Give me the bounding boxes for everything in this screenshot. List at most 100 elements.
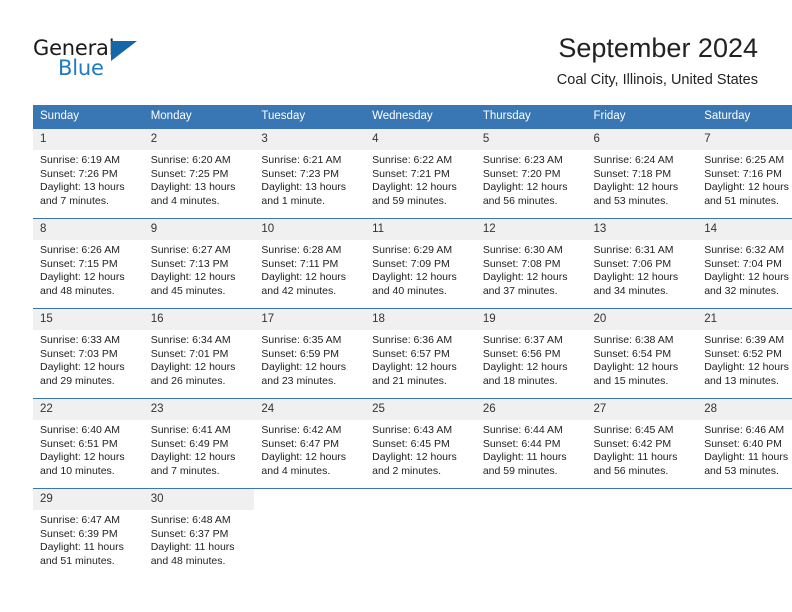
sunrise-text: Sunrise: 6:46 AM — [704, 424, 785, 436]
sunrise-text: Sunrise: 6:40 AM — [40, 424, 120, 436]
calendar-day-cell[interactable]: 22 Sunrise: 6:40 AM Sunset: 6:51 PM Dayligh… — [33, 398, 144, 489]
daylight-text-line1: Daylight: 12 hours — [482, 181, 568, 193]
daylight-text-line2: and 1 minute. — [261, 194, 326, 207]
day-details: Sunrise: 6:36 AM Sunset: 6:57 PM Daylight:… — [365, 330, 476, 388]
day-details: Sunrise: 6:28 AM Sunset: 7:11 PM Daylight:… — [254, 240, 365, 298]
calendar-day-cell[interactable]: 21 Sunrise: 6:39 AM Sunset: 6:52 PM Dayligh… — [697, 308, 792, 399]
daylight-text-line2: and 10 minutes. — [40, 464, 115, 477]
sunrise-text: Sunrise: 6:38 AM — [593, 334, 674, 346]
day-number: 18 — [365, 309, 476, 330]
calendar-day-cell[interactable]: 1 Sunrise: 6:19 AM Sunset: 7:26 PM Daylight… — [33, 128, 144, 219]
calendar-day-cell[interactable]: 8 Sunrise: 6:26 AM Sunset: 7:15 PM Daylight… — [33, 218, 144, 309]
weekday-header-friday: Friday — [586, 105, 698, 129]
day-number — [475, 489, 587, 510]
calendar-day-cell[interactable]: 12 Sunrise: 6:30 AM Sunset: 7:08 PM Dayligh… — [475, 218, 587, 309]
sunrise-text: Sunrise: 6:20 AM — [150, 154, 231, 166]
calendar-day-cell[interactable]: 24 Sunrise: 6:42 AM Sunset: 6:47 PM Dayligh… — [254, 398, 366, 489]
calendar-day-cell[interactable]: 3 Sunrise: 6:21 AM Sunset: 7:23 PM Daylight… — [254, 128, 366, 219]
calendar-week-row: 8 Sunrise: 6:26 AM Sunset: 7:15 PM Daylight… — [33, 218, 792, 309]
sunset-text: Sunset: 6:59 PM — [261, 347, 340, 360]
calendar-day-cell[interactable]: 10 Sunrise: 6:28 AM Sunset: 7:11 PM Dayligh… — [254, 218, 366, 309]
daylight-text-line1: Daylight: 12 hours — [261, 271, 347, 283]
daylight-text-line2: and 21 minutes. — [372, 374, 447, 387]
sunset-text: Sunset: 6:57 PM — [372, 347, 450, 360]
calendar-day-cell[interactable]: 18 Sunrise: 6:36 AM Sunset: 6:57 PM Dayligh… — [365, 308, 476, 399]
brand-name-blue: Blue — [58, 56, 104, 80]
day-details: Sunrise: 6:26 AM Sunset: 7:15 PM Daylight:… — [33, 240, 144, 298]
day-number: 15 — [33, 309, 144, 330]
calendar-day-cell[interactable]: 9 Sunrise: 6:27 AM Sunset: 7:13 PM Daylight… — [143, 218, 255, 309]
daylight-text-line2: and 26 minutes. — [150, 374, 226, 387]
weekday-header-row: Sunday Monday Tuesday Wednesday Thursday… — [33, 105, 792, 129]
sunrise-text: Sunrise: 6:34 AM — [150, 334, 231, 346]
daylight-text-line2: and 51 minutes. — [40, 554, 115, 567]
daylight-text-line1: Daylight: 12 hours — [704, 181, 789, 193]
calendar-day-cell[interactable]: 14 Sunrise: 6:32 AM Sunset: 7:04 PM Dayligh… — [697, 218, 792, 309]
brand-logo[interactable]: General Blue — [33, 36, 183, 84]
calendar-day-cell[interactable]: 23 Sunrise: 6:41 AM Sunset: 6:49 PM Dayligh… — [143, 398, 255, 489]
daylight-text-line1: Daylight: 12 hours — [372, 451, 457, 463]
sunrise-text: Sunrise: 6:19 AM — [40, 154, 120, 166]
day-number: 19 — [475, 309, 587, 330]
daylight-text-line1: Daylight: 12 hours — [261, 451, 347, 463]
sunset-text: Sunset: 6:49 PM — [150, 437, 229, 450]
sunrise-text: Sunrise: 6:32 AM — [704, 244, 785, 256]
calendar-day-cell[interactable]: 5 Sunrise: 6:23 AM Sunset: 7:20 PM Daylight… — [475, 128, 587, 219]
daylight-text-line1: Daylight: 13 hours — [40, 181, 125, 193]
day-details: Sunrise: 6:30 AM Sunset: 7:08 PM Daylight:… — [476, 240, 587, 298]
sunrise-text: Sunrise: 6:36 AM — [372, 334, 453, 346]
sunrise-text: Sunrise: 6:26 AM — [40, 244, 120, 256]
daylight-text-line1: Daylight: 11 hours — [150, 541, 235, 553]
day-number: 26 — [475, 399, 587, 420]
daylight-text-line1: Daylight: 11 hours — [40, 541, 124, 553]
daylight-text-line2: and 56 minutes. — [593, 464, 669, 477]
day-details: Sunrise: 6:39 AM Sunset: 6:52 PM Daylight:… — [697, 330, 792, 388]
daylight-text-line2: and 2 minutes. — [372, 464, 441, 477]
day-number: 3 — [254, 129, 366, 150]
day-details: Sunrise: 6:37 AM Sunset: 6:56 PM Daylight:… — [476, 330, 587, 388]
calendar-day-cell[interactable]: 2 Sunrise: 6:20 AM Sunset: 7:25 PM Daylight… — [143, 128, 255, 219]
weekday-header-thursday: Thursday — [475, 105, 587, 129]
daylight-text-line1: Daylight: 12 hours — [40, 361, 125, 373]
calendar-day-cell[interactable]: 28 Sunrise: 6:46 AM Sunset: 6:40 PM Dayligh… — [697, 398, 792, 489]
day-number: 4 — [365, 129, 476, 150]
calendar-day-cell[interactable]: 27 Sunrise: 6:45 AM Sunset: 6:42 PM Dayligh… — [586, 398, 698, 489]
calendar-day-cell[interactable]: 4 Sunrise: 6:22 AM Sunset: 7:21 PM Daylight… — [365, 128, 476, 219]
calendar-day-cell[interactable]: 13 Sunrise: 6:31 AM Sunset: 7:06 PM Dayligh… — [586, 218, 698, 309]
calendar-day-cell[interactable]: 16 Sunrise: 6:34 AM Sunset: 7:01 PM Dayligh… — [143, 308, 255, 399]
sunset-text: Sunset: 7:01 PM — [150, 347, 229, 360]
sunset-text: Sunset: 6:45 PM — [372, 437, 450, 450]
daylight-text-line1: Daylight: 12 hours — [40, 451, 125, 463]
weekday-header-monday: Monday — [143, 105, 255, 129]
day-details: Sunrise: 6:46 AM Sunset: 6:40 PM Daylight:… — [697, 420, 792, 478]
calendar-day-cell[interactable]: 25 Sunrise: 6:43 AM Sunset: 6:45 PM Dayligh… — [365, 398, 476, 489]
sunrise-text: Sunrise: 6:21 AM — [261, 154, 342, 166]
calendar-head: Sunday Monday Tuesday Wednesday Thursday… — [33, 105, 792, 129]
calendar-page: General Blue September 2024 Coal City, I… — [0, 0, 792, 612]
calendar-day-cell[interactable]: 11 Sunrise: 6:29 AM Sunset: 7:09 PM Dayligh… — [365, 218, 476, 309]
day-number: 2 — [143, 129, 255, 150]
calendar-day-cell[interactable]: 7 Sunrise: 6:25 AM Sunset: 7:16 PM Daylight… — [697, 128, 792, 219]
calendar-day-cell[interactable]: 15 Sunrise: 6:33 AM Sunset: 7:03 PM Dayligh… — [33, 308, 144, 399]
sunset-text: Sunset: 7:06 PM — [593, 257, 672, 270]
daylight-text-line1: Daylight: 12 hours — [150, 271, 236, 283]
calendar-day-cell[interactable]: 19 Sunrise: 6:37 AM Sunset: 6:56 PM Dayligh… — [475, 308, 587, 399]
calendar-day-cell[interactable]: 30 Sunrise: 6:48 AM Sunset: 6:37 PM Dayligh… — [143, 488, 255, 578]
daylight-text-line1: Daylight: 12 hours — [482, 361, 568, 373]
sunset-text: Sunset: 7:09 PM — [372, 257, 450, 270]
calendar-day-cell[interactable]: 20 Sunrise: 6:38 AM Sunset: 6:54 PM Dayligh… — [586, 308, 698, 399]
daylight-text-line1: Daylight: 11 hours — [704, 451, 789, 463]
sunrise-text: Sunrise: 6:48 AM — [150, 514, 231, 526]
daylight-text-line1: Daylight: 12 hours — [372, 361, 457, 373]
sunrise-text: Sunrise: 6:22 AM — [372, 154, 453, 166]
day-number: 21 — [697, 309, 792, 330]
calendar-day-cell[interactable]: 26 Sunrise: 6:44 AM Sunset: 6:44 PM Dayligh… — [475, 398, 587, 489]
day-number: 5 — [475, 129, 587, 150]
day-details: Sunrise: 6:19 AM Sunset: 7:26 PM Daylight:… — [33, 150, 144, 208]
calendar-day-cell[interactable]: 17 Sunrise: 6:35 AM Sunset: 6:59 PM Dayligh… — [254, 308, 366, 399]
calendar-day-cell[interactable]: 6 Sunrise: 6:24 AM Sunset: 7:18 PM Daylight… — [586, 128, 698, 219]
daylight-text-line2: and 45 minutes. — [150, 284, 226, 297]
calendar-day-cell[interactable]: 29 Sunrise: 6:47 AM Sunset: 6:39 PM Dayligh… — [33, 488, 144, 578]
day-number: 28 — [697, 399, 792, 420]
day-details: Sunrise: 6:35 AM Sunset: 6:59 PM Daylight:… — [254, 330, 365, 388]
